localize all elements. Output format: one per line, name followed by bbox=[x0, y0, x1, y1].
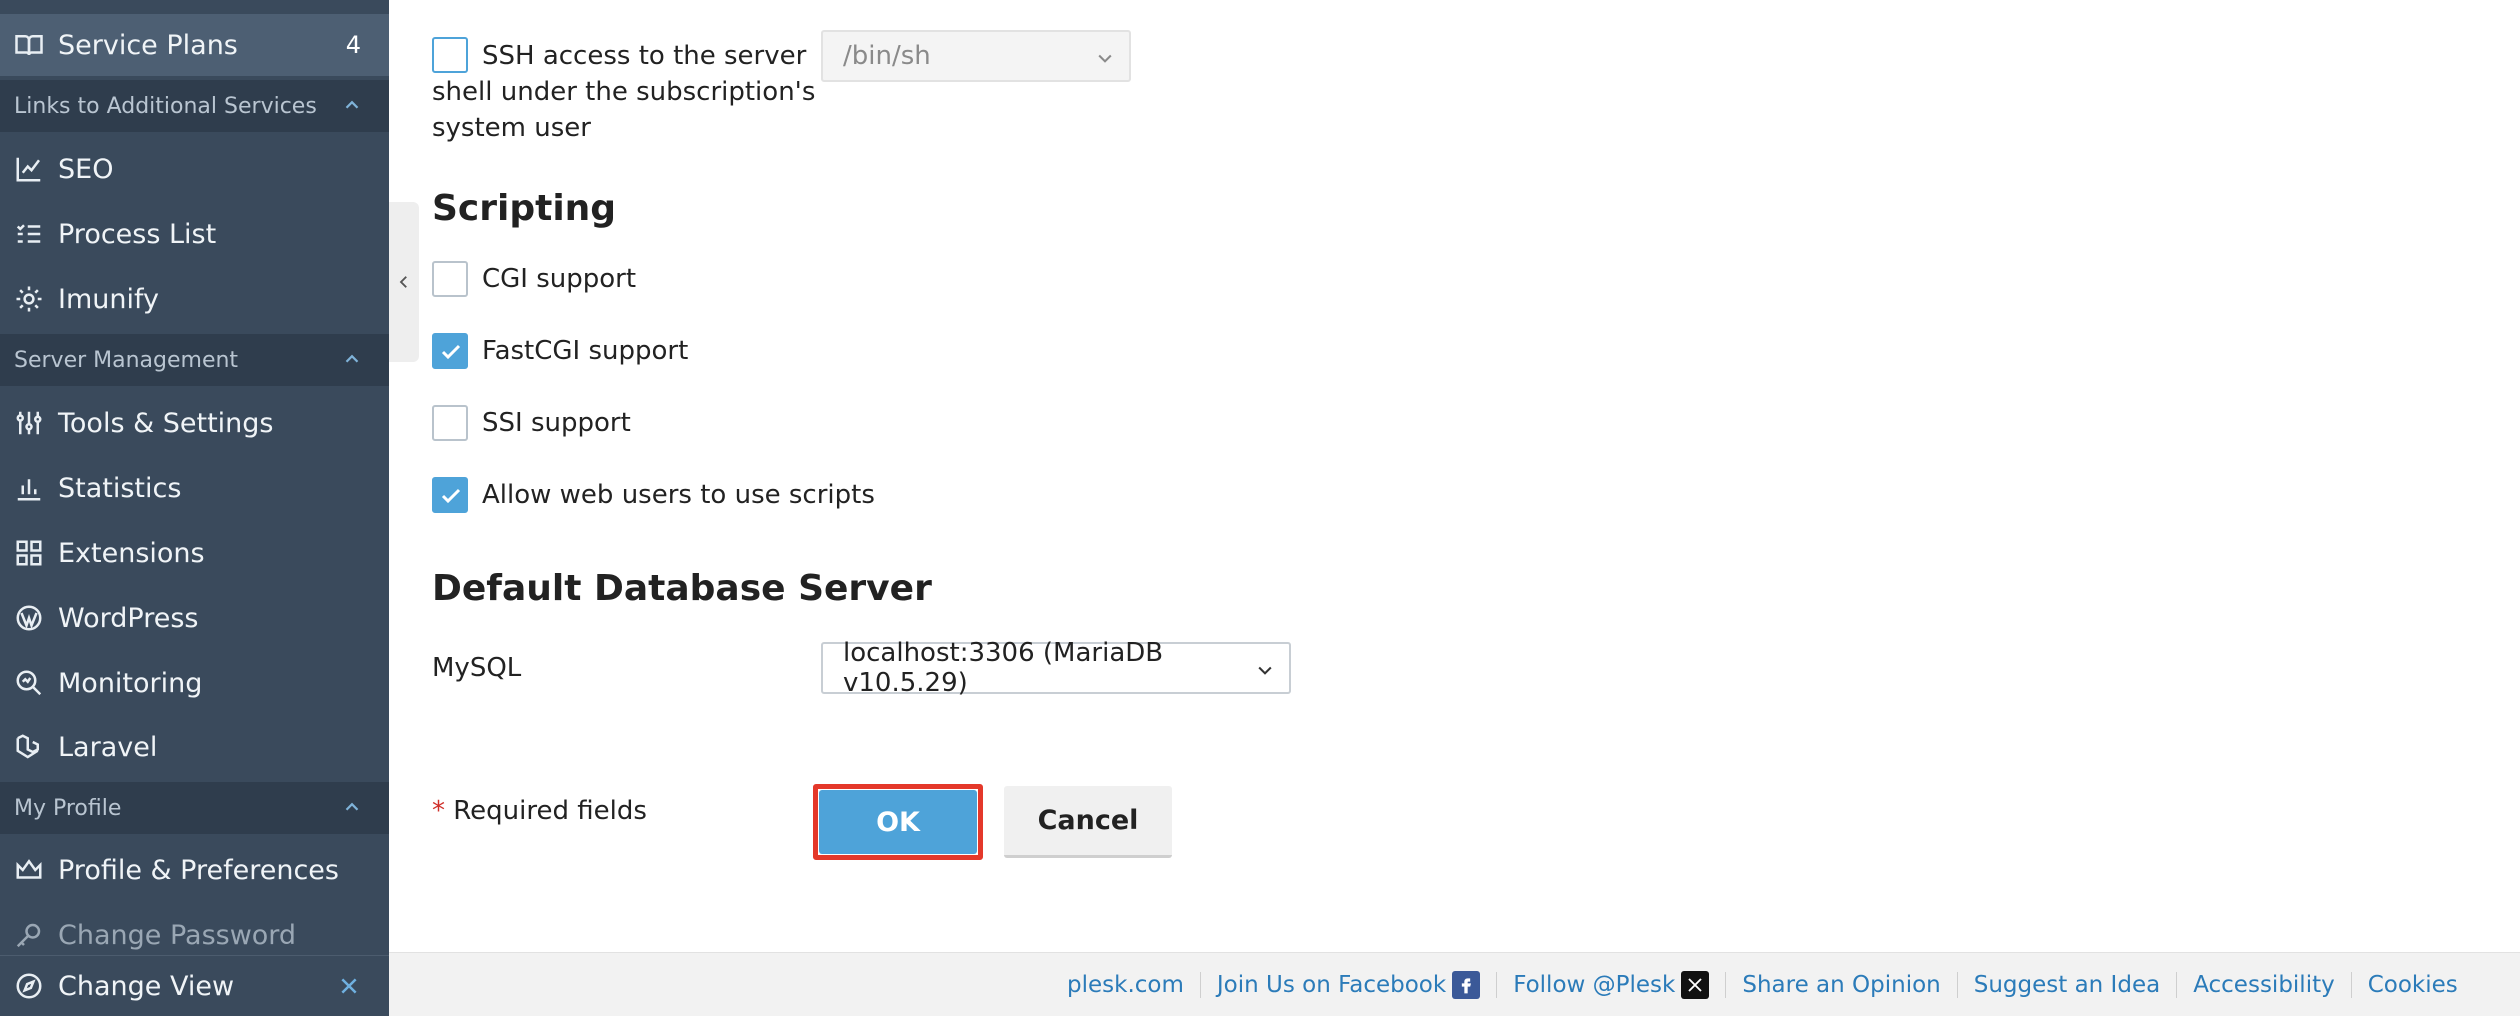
laravel-icon bbox=[14, 732, 44, 762]
footer-link-label: Follow @Plesk bbox=[1513, 971, 1676, 998]
chart-line-icon bbox=[14, 154, 44, 184]
footer-link-opinion[interactable]: Share an Opinion bbox=[1742, 972, 1940, 998]
footer-link-label: Join Us on Facebook bbox=[1216, 971, 1447, 998]
gear-icon bbox=[14, 284, 44, 314]
sidebar-item-tools-settings[interactable]: Tools & Settings bbox=[0, 392, 389, 454]
section-title: Server Management bbox=[14, 347, 239, 373]
ssi-support-checkbox[interactable] bbox=[432, 405, 468, 441]
checkmark-icon bbox=[441, 344, 461, 360]
footer-link-facebook[interactable]: Join Us on Facebook bbox=[1216, 970, 1481, 999]
sidebar-item-label: Laravel bbox=[58, 731, 158, 763]
cancel-button[interactable]: Cancel bbox=[1004, 786, 1172, 858]
mysql-server-select[interactable]: localhost:3306 (MariaDB v10.5.29) bbox=[821, 638, 1291, 698]
ssi-support-label: SSI support bbox=[482, 408, 631, 438]
count-badge: 4 bbox=[345, 31, 361, 59]
sidebar-item-label: WordPress bbox=[58, 602, 199, 634]
web-scripts-checkbox[interactable] bbox=[432, 477, 468, 513]
ssh-access-label-line3: system user bbox=[432, 113, 591, 143]
footer-separator bbox=[1725, 971, 1727, 998]
sidebar-item-laravel[interactable]: Laravel bbox=[0, 716, 389, 778]
footer-link-cookies[interactable]: Cookies bbox=[2368, 972, 2458, 998]
sidebar-item-seo[interactable]: SEO bbox=[0, 138, 389, 200]
mysql-label: MySQL bbox=[432, 653, 522, 683]
crown-icon bbox=[14, 855, 44, 885]
footer-separator bbox=[1496, 971, 1498, 998]
change-view-label: Change View bbox=[58, 970, 235, 1002]
section-server-management[interactable]: Server Management bbox=[0, 334, 389, 386]
footer: plesk.com Join Us on Facebook Follow @Pl… bbox=[389, 952, 2520, 1016]
footer-separator bbox=[2176, 971, 2178, 998]
database-heading: Default Database Server bbox=[432, 568, 932, 609]
ssh-access-checkbox[interactable] bbox=[432, 37, 468, 73]
chevron-down-icon bbox=[1258, 666, 1272, 675]
checkmark-icon bbox=[441, 488, 461, 504]
sidebar-item-statistics[interactable]: Statistics bbox=[0, 457, 389, 519]
mysql-server-value: localhost:3306 (MariaDB v10.5.29) bbox=[843, 638, 1164, 698]
sidebar-item-service-plans[interactable]: Service Plans 4 bbox=[0, 14, 389, 76]
wordpress-icon bbox=[14, 603, 44, 633]
required-fields-note: * Required fields bbox=[432, 793, 647, 829]
scripting-heading: Scripting bbox=[432, 188, 617, 229]
list-check-icon bbox=[14, 219, 44, 249]
section-links-additional-services[interactable]: Links to Additional Services bbox=[0, 80, 389, 132]
change-view-bar[interactable]: Change View bbox=[0, 955, 389, 1016]
sidebar-item-imunify[interactable]: Imunify bbox=[0, 268, 389, 330]
sidebar: Service Plans 4 Links to Additional Serv… bbox=[0, 0, 389, 1016]
footer-link-follow[interactable]: Follow @Plesk bbox=[1513, 970, 1710, 999]
compass-icon bbox=[14, 971, 44, 1001]
ssh-access-label-line2: shell under the subscription's bbox=[432, 77, 816, 107]
footer-link-accessibility[interactable]: Accessibility bbox=[2193, 972, 2335, 998]
key-icon bbox=[14, 920, 44, 950]
sidebar-item-label: Extensions bbox=[58, 537, 205, 569]
sidebar-item-label: Tools & Settings bbox=[58, 407, 274, 439]
sidebar-item-label: Monitoring bbox=[58, 667, 203, 699]
close-icon[interactable] bbox=[339, 976, 359, 996]
footer-separator bbox=[1956, 971, 1958, 998]
chevron-up-icon bbox=[345, 802, 359, 811]
sidebar-item-label: Change Password bbox=[58, 919, 297, 951]
web-scripts-label: Allow web users to use scripts bbox=[482, 480, 875, 510]
ssh-shell-value: /bin/sh bbox=[843, 41, 931, 71]
main-content: SSH access to the server shell under the… bbox=[389, 0, 2520, 952]
grid-icon bbox=[14, 538, 44, 568]
sidebar-item-monitoring[interactable]: Monitoring bbox=[0, 652, 389, 714]
sidebar-item-label: SEO bbox=[58, 153, 114, 185]
footer-separator bbox=[2350, 971, 2352, 998]
fastcgi-support-label: FastCGI support bbox=[482, 336, 689, 366]
required-star: * bbox=[432, 796, 445, 826]
chevron-down-icon bbox=[1098, 54, 1112, 63]
sidebar-item-label: Imunify bbox=[58, 283, 159, 315]
section-my-profile[interactable]: My Profile bbox=[0, 782, 389, 834]
sidebar-item-process-list[interactable]: Process List bbox=[0, 203, 389, 265]
required-text: Required fields bbox=[445, 796, 647, 826]
footer-link-idea[interactable]: Suggest an Idea bbox=[1974, 972, 2160, 998]
sidebar-item-label: Process List bbox=[58, 218, 217, 250]
footer-link-plesk[interactable]: plesk.com bbox=[1067, 972, 1184, 998]
magnifier-chart-icon bbox=[14, 668, 44, 698]
ssh-access-label-line1: SSH access to the server bbox=[482, 41, 807, 71]
fastcgi-support-checkbox[interactable] bbox=[432, 333, 468, 369]
chevron-up-icon bbox=[345, 354, 359, 363]
sidebar-item-label: Profile & Preferences bbox=[58, 854, 339, 886]
sliders-icon bbox=[14, 408, 44, 438]
x-logo-icon bbox=[1681, 970, 1710, 999]
section-title: My Profile bbox=[14, 795, 122, 821]
book-icon bbox=[14, 30, 44, 60]
bar-chart-icon bbox=[14, 473, 44, 503]
sidebar-item-wordpress[interactable]: WordPress bbox=[0, 587, 389, 649]
sidebar-item-label: Service Plans bbox=[58, 29, 238, 61]
footer-separator bbox=[1199, 971, 1201, 998]
ssh-shell-select[interactable]: /bin/sh bbox=[821, 30, 1131, 82]
cgi-support-label: CGI support bbox=[482, 264, 637, 294]
facebook-icon bbox=[1452, 970, 1481, 999]
sidebar-item-extensions[interactable]: Extensions bbox=[0, 522, 389, 584]
sidebar-item-label: Statistics bbox=[58, 472, 182, 504]
section-title: Links to Additional Services bbox=[14, 93, 317, 119]
chevron-up-icon bbox=[345, 100, 359, 109]
cgi-support-checkbox[interactable] bbox=[432, 261, 468, 297]
ok-button[interactable]: OK bbox=[819, 790, 977, 854]
sidebar-item-profile-preferences[interactable]: Profile & Preferences bbox=[0, 839, 389, 901]
